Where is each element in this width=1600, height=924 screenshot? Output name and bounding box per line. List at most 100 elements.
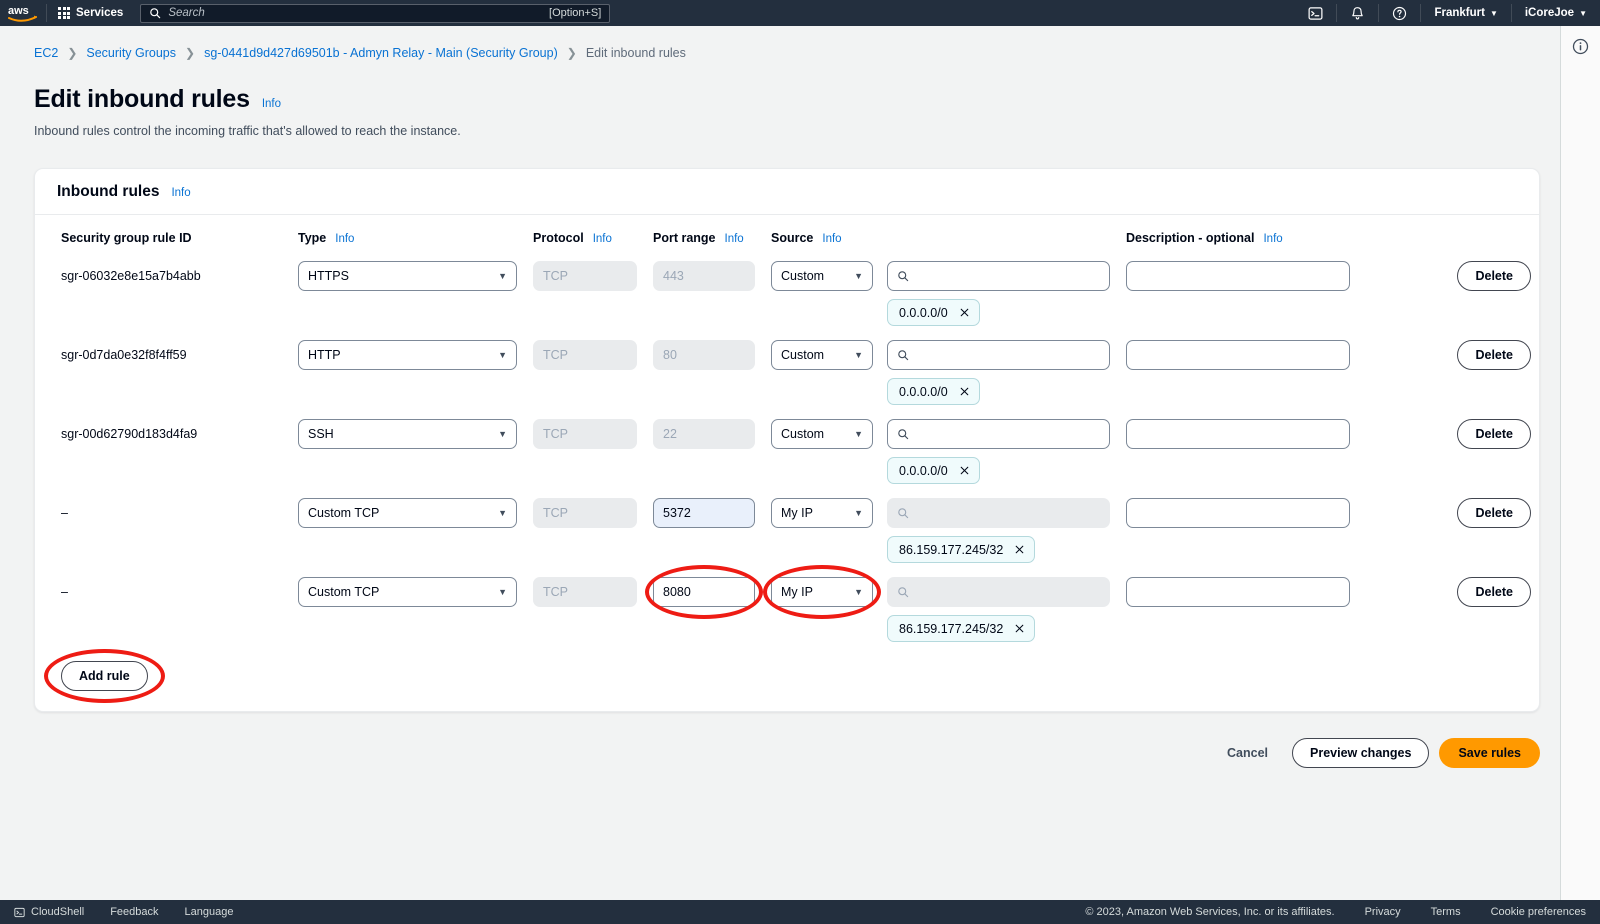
source-type-select-row-5[interactable]: My IP ▼ [771, 577, 873, 607]
col-type-info-link[interactable]: Info [335, 233, 354, 245]
col-description: Description - optional Info [1118, 215, 1358, 254]
feedback-link[interactable]: Feedback [110, 906, 158, 918]
table-header: Security group rule ID Type Info Protoco… [35, 215, 1539, 254]
remove-cidr-icon-row-1[interactable] [959, 307, 970, 318]
notifications-button[interactable] [1337, 0, 1378, 26]
source-search-box-row-2[interactable] [887, 340, 1110, 370]
source-search-input-row-4 [916, 506, 1100, 520]
page-subtitle: Inbound rules control the incoming traff… [34, 124, 461, 138]
breadcrumb-item-security-group[interactable]: sg-0441d9d427d69501b - Admyn Relay - Mai… [204, 46, 558, 60]
page-title-info-link[interactable]: Info [262, 98, 281, 110]
description-input-row-3[interactable] [1126, 419, 1350, 449]
chevron-down-icon: ▼ [498, 508, 507, 518]
search-icon [150, 8, 161, 19]
type-select-row-5[interactable]: Custom TCP ▼ [298, 577, 517, 607]
account-menu[interactable]: iCoreJoe ▼ [1512, 0, 1600, 26]
search-input[interactable] [168, 7, 543, 19]
cloudshell-footer-button[interactable]: CloudShell [14, 906, 84, 918]
right-side-rail [1560, 26, 1600, 900]
chevron-down-icon: ▼ [498, 271, 507, 281]
page-header: Edit inbound rules Info [34, 85, 1540, 114]
terms-link[interactable]: Terms [1431, 906, 1461, 918]
source-type-select-row-3[interactable]: Custom ▼ [771, 419, 873, 449]
cell-type-row-2: HTTP ▼ [290, 333, 525, 412]
source-type-select-row-1[interactable]: Custom ▼ [771, 261, 873, 291]
add-rule-button[interactable]: Add rule [61, 661, 148, 691]
cell-description-row-5 [1118, 570, 1358, 649]
col-source-info-link[interactable]: Info [822, 233, 841, 245]
source-search-input-row-1[interactable] [916, 269, 1100, 283]
port-range-input-row-5[interactable] [653, 577, 755, 607]
question-circle-icon [1393, 6, 1407, 20]
delete-rule-button-row-3[interactable]: Delete [1457, 419, 1531, 449]
chevron-down-icon: ▼ [498, 429, 507, 439]
cell-type-row-4: Custom TCP ▼ [290, 491, 525, 570]
source-search-box-row-5 [887, 577, 1110, 607]
remove-cidr-icon-row-5[interactable] [1014, 623, 1025, 634]
remove-cidr-icon-row-3[interactable] [959, 465, 970, 476]
table-row: sgr-06032e8e15a7b4abb HTTPS ▼ Custom ▼ 0.0.0.… [35, 254, 1539, 333]
type-select-value-row-1: HTTPS [308, 269, 349, 283]
cell-protocol-row-1 [525, 254, 645, 333]
type-select-row-2[interactable]: HTTP ▼ [298, 340, 517, 370]
global-search-box[interactable]: [Option+S] [140, 3, 611, 23]
description-input-row-2[interactable] [1126, 340, 1350, 370]
footer-right-group: © 2023, Amazon Web Services, Inc. or its… [1085, 906, 1586, 918]
cloudshell-icon [14, 907, 25, 917]
source-type-select-row-2[interactable]: Custom ▼ [771, 340, 873, 370]
breadcrumb-item-ec2[interactable]: EC2 [34, 46, 58, 60]
services-menu-button[interactable]: Services [47, 0, 134, 26]
cell-description-row-1 [1118, 254, 1358, 333]
port-range-input-row-3 [653, 419, 755, 449]
type-select-row-4[interactable]: Custom TCP ▼ [298, 498, 517, 528]
remove-cidr-icon-row-2[interactable] [959, 386, 970, 397]
save-rules-button[interactable]: Save rules [1439, 738, 1540, 768]
delete-rule-button-row-1[interactable]: Delete [1457, 261, 1531, 291]
description-input-row-4[interactable] [1126, 498, 1350, 528]
description-input-row-1[interactable] [1126, 261, 1350, 291]
description-input-row-5[interactable] [1126, 577, 1350, 607]
breadcrumb-item-security-groups[interactable]: Security Groups [86, 46, 176, 60]
source-type-select-row-4[interactable]: My IP ▼ [771, 498, 873, 528]
chevron-down-icon: ▼ [498, 587, 507, 597]
delete-rule-button-row-2[interactable]: Delete [1457, 340, 1531, 370]
source-search-box-row-1[interactable] [887, 261, 1110, 291]
cell-description-row-4 [1118, 491, 1358, 570]
cell-rule-id-row-5: – [35, 570, 290, 649]
help-button[interactable] [1379, 0, 1420, 26]
source-search-box-row-3[interactable] [887, 419, 1110, 449]
col-protocol-info-link[interactable]: Info [593, 233, 612, 245]
cookie-preferences-link[interactable]: Cookie preferences [1491, 906, 1586, 918]
protocol-input-row-3 [533, 419, 637, 449]
info-circle-icon[interactable] [1572, 38, 1589, 55]
region-selector[interactable]: Frankfurt ▼ [1421, 0, 1510, 26]
language-link[interactable]: Language [185, 906, 234, 918]
rule-id-text-row-3: sgr-00d62790d183d4fa9 [61, 427, 198, 441]
source-search-input-row-3[interactable] [916, 427, 1100, 441]
privacy-link[interactable]: Privacy [1365, 906, 1401, 918]
cloudshell-icon [1308, 6, 1323, 20]
add-rule-row: Add rule [35, 649, 1539, 711]
panel-info-link[interactable]: Info [171, 187, 190, 199]
col-port-range-info-link[interactable]: Info [725, 233, 744, 245]
type-select-row-3[interactable]: SSH ▼ [298, 419, 517, 449]
region-label: Frankfurt [1434, 7, 1485, 19]
cell-port-range-row-2 [645, 333, 763, 412]
cloudshell-button[interactable] [1295, 0, 1336, 26]
delete-rule-button-row-4[interactable]: Delete [1457, 498, 1531, 528]
inbound-rules-table: Security group rule ID Type Info Protoco… [35, 215, 1539, 649]
port-range-input-row-4[interactable] [653, 498, 755, 528]
search-shortcut-hint: [Option+S] [549, 7, 602, 19]
aws-logo[interactable]: aws [0, 3, 46, 23]
remove-cidr-icon-row-4[interactable] [1014, 544, 1025, 555]
preview-changes-button[interactable]: Preview changes [1292, 738, 1430, 768]
delete-rule-button-row-5[interactable]: Delete [1457, 577, 1531, 607]
page-title: Edit inbound rules [34, 85, 250, 113]
cell-source-row-2: Custom ▼ 0.0.0.0/0 [763, 333, 1118, 412]
cell-port-range-row-5 [645, 570, 763, 649]
type-select-row-1[interactable]: HTTPS ▼ [298, 261, 517, 291]
source-search-input-row-2[interactable] [916, 348, 1100, 362]
cancel-button[interactable]: Cancel [1213, 746, 1282, 760]
col-description-info-link[interactable]: Info [1263, 233, 1282, 245]
source-cidr-text-row-5: 86.159.177.245/32 [899, 621, 1004, 636]
